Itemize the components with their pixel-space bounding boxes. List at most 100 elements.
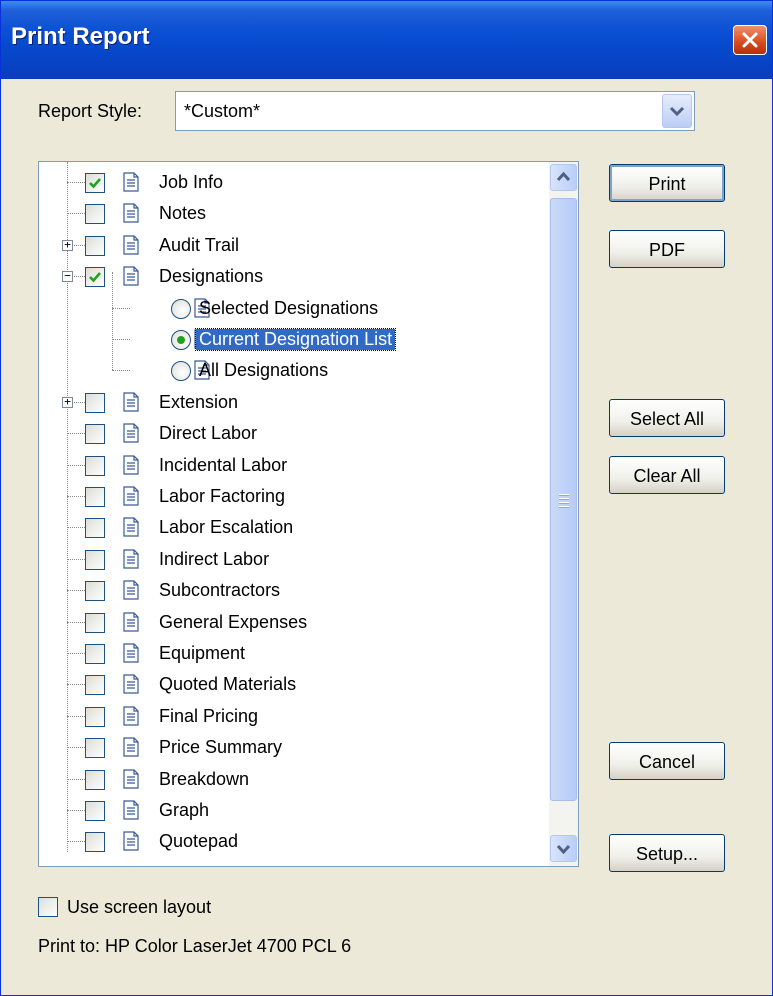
tree-item-label[interactable]: Final Pricing bbox=[159, 706, 258, 727]
scroll-thumb[interactable] bbox=[550, 198, 577, 801]
tree-item-checkbox[interactable] bbox=[85, 675, 105, 696]
select-all-button[interactable]: Select All bbox=[609, 399, 725, 437]
clear-all-button[interactable]: Clear All bbox=[609, 456, 725, 494]
tree-item[interactable]: Indirect Labor bbox=[39, 545, 544, 575]
tree-item-label[interactable]: Breakdown bbox=[159, 769, 249, 790]
tree-item-label[interactable]: Designations bbox=[159, 266, 263, 287]
close-icon bbox=[742, 32, 758, 48]
tree-item[interactable]: Equipment bbox=[39, 639, 544, 669]
expand-toggle[interactable]: + bbox=[62, 239, 73, 251]
tree-item-label[interactable]: Selected Designations bbox=[199, 298, 378, 319]
tree-item-label[interactable]: Labor Escalation bbox=[159, 517, 293, 538]
tree-item-radio[interactable] bbox=[171, 361, 191, 382]
tree-item-label[interactable]: General Expenses bbox=[159, 612, 307, 633]
tree-item-label[interactable]: Labor Factoring bbox=[159, 486, 285, 507]
tree-item[interactable]: Notes bbox=[39, 199, 544, 229]
cancel-button[interactable]: Cancel bbox=[609, 742, 725, 780]
tree-item[interactable]: Labor Escalation bbox=[39, 513, 544, 543]
tree-item-label[interactable]: All Designations bbox=[199, 360, 328, 381]
tree-item[interactable]: Direct Labor bbox=[39, 419, 544, 449]
tree-item-label[interactable]: Job Info bbox=[159, 172, 223, 193]
tree-radio-item[interactable]: All Designations bbox=[39, 356, 544, 386]
print-report-dialog: Print Report Report Style: *Custom* Job … bbox=[0, 0, 773, 996]
vertical-scrollbar[interactable] bbox=[549, 162, 578, 866]
tree-connector bbox=[67, 558, 85, 560]
tree-item[interactable]: + Extension bbox=[39, 388, 544, 418]
scroll-grip bbox=[559, 502, 569, 504]
print-button[interactable]: Print bbox=[609, 164, 725, 202]
report-style-select[interactable]: *Custom* bbox=[175, 91, 695, 131]
scroll-up-button[interactable] bbox=[550, 164, 577, 191]
tree-item[interactable]: Quotepad bbox=[39, 827, 544, 857]
tree-item-checkbox[interactable] bbox=[85, 392, 105, 413]
tree-item-checkbox[interactable] bbox=[85, 832, 105, 853]
tree-item-checkbox[interactable] bbox=[85, 738, 105, 759]
document-icon bbox=[123, 643, 139, 663]
tree-connector bbox=[67, 464, 85, 466]
tree-item-checkbox[interactable] bbox=[85, 769, 105, 790]
tree-item-checkbox[interactable] bbox=[85, 487, 105, 507]
tree-item[interactable]: Price Summary bbox=[39, 733, 544, 763]
close-button[interactable] bbox=[733, 25, 767, 55]
tree-item-checkbox[interactable] bbox=[85, 424, 105, 445]
checkmark-icon bbox=[89, 178, 101, 189]
tree-item[interactable]: Quoted Materials bbox=[39, 670, 544, 700]
tree-item[interactable]: Labor Factoring bbox=[39, 482, 544, 512]
tree-item-label[interactable]: Notes bbox=[159, 203, 206, 224]
tree-item[interactable]: General Expenses bbox=[39, 608, 544, 638]
report-style-value: *Custom* bbox=[184, 101, 261, 121]
tree-item-label[interactable]: Quoted Materials bbox=[159, 674, 296, 695]
tree-item[interactable]: Final Pricing bbox=[39, 702, 544, 732]
use-screen-layout-checkbox[interactable] bbox=[38, 897, 58, 917]
print-to-text: Print to: HP Color LaserJet 4700 PCL 6 bbox=[38, 936, 352, 956]
expand-toggle[interactable]: + bbox=[62, 396, 73, 408]
title-bar[interactable]: Print Report bbox=[1, 1, 772, 79]
tree-item-label[interactable]: Incidental Labor bbox=[159, 455, 287, 476]
pdf-button[interactable]: PDF bbox=[609, 230, 725, 268]
tree-item-checkbox[interactable] bbox=[85, 173, 105, 193]
tree-item[interactable]: Job Info bbox=[39, 168, 544, 198]
tree-item-checkbox[interactable] bbox=[85, 706, 105, 727]
tree-item-label[interactable]: Direct Labor bbox=[159, 423, 257, 444]
tree-item-label[interactable]: Equipment bbox=[159, 643, 245, 664]
tree-item-radio[interactable] bbox=[171, 298, 191, 319]
collapse-toggle[interactable]: − bbox=[62, 270, 73, 283]
tree-item-label[interactable]: Graph bbox=[159, 800, 209, 821]
tree-radio-item[interactable]: Current Designation List bbox=[39, 325, 544, 355]
tree-item[interactable]: Incidental Labor bbox=[39, 451, 544, 481]
report-sections-tree[interactable]: Job Info Notes + Audit Trail − Designations Se… bbox=[38, 161, 579, 867]
tree-item-checkbox[interactable] bbox=[85, 644, 105, 664]
setup-button[interactable]: Setup... bbox=[609, 834, 725, 872]
tree-item-label[interactable]: Extension bbox=[159, 392, 238, 413]
use-screen-layout-label[interactable]: Use screen layout bbox=[67, 897, 211, 918]
tree-item-checkbox[interactable] bbox=[85, 612, 105, 633]
tree-item-label[interactable]: Quotepad bbox=[159, 831, 238, 852]
tree-item[interactable]: Breakdown bbox=[39, 765, 544, 795]
tree-item-checkbox[interactable] bbox=[85, 455, 105, 476]
tree-item[interactable]: + Audit Trail bbox=[39, 231, 544, 261]
tree-connector bbox=[112, 370, 130, 372]
tree-item-radio[interactable] bbox=[171, 330, 191, 350]
scroll-down-button[interactable] bbox=[550, 835, 577, 862]
tree-item-label[interactable]: Subcontractors bbox=[159, 580, 280, 601]
tree-item-checkbox[interactable] bbox=[85, 204, 105, 225]
tree-item-label[interactable]: Indirect Labor bbox=[159, 549, 269, 570]
tree-item[interactable]: Graph bbox=[39, 796, 544, 826]
document-icon bbox=[123, 203, 139, 223]
tree-item-label[interactable]: Price Summary bbox=[159, 737, 282, 758]
tree-item-checkbox[interactable] bbox=[85, 267, 105, 288]
tree-connector bbox=[67, 213, 85, 215]
tree-item-checkbox[interactable] bbox=[85, 549, 105, 570]
tree-item-checkbox[interactable] bbox=[85, 801, 105, 821]
document-icon bbox=[123, 800, 139, 820]
tree-item-label[interactable]: Audit Trail bbox=[159, 235, 239, 256]
tree-radio-item[interactable]: Selected Designations bbox=[39, 294, 544, 324]
document-icon bbox=[123, 737, 139, 757]
tree-item-label[interactable]: Current Designation List bbox=[194, 328, 397, 351]
tree-item-checkbox[interactable] bbox=[85, 235, 105, 256]
tree-item-checkbox[interactable] bbox=[85, 518, 105, 539]
report-style-dropdown-button[interactable] bbox=[662, 94, 692, 128]
tree-item[interactable]: Subcontractors bbox=[39, 576, 544, 606]
tree-item-checkbox[interactable] bbox=[85, 581, 105, 602]
tree-item[interactable]: − Designations bbox=[39, 262, 544, 292]
